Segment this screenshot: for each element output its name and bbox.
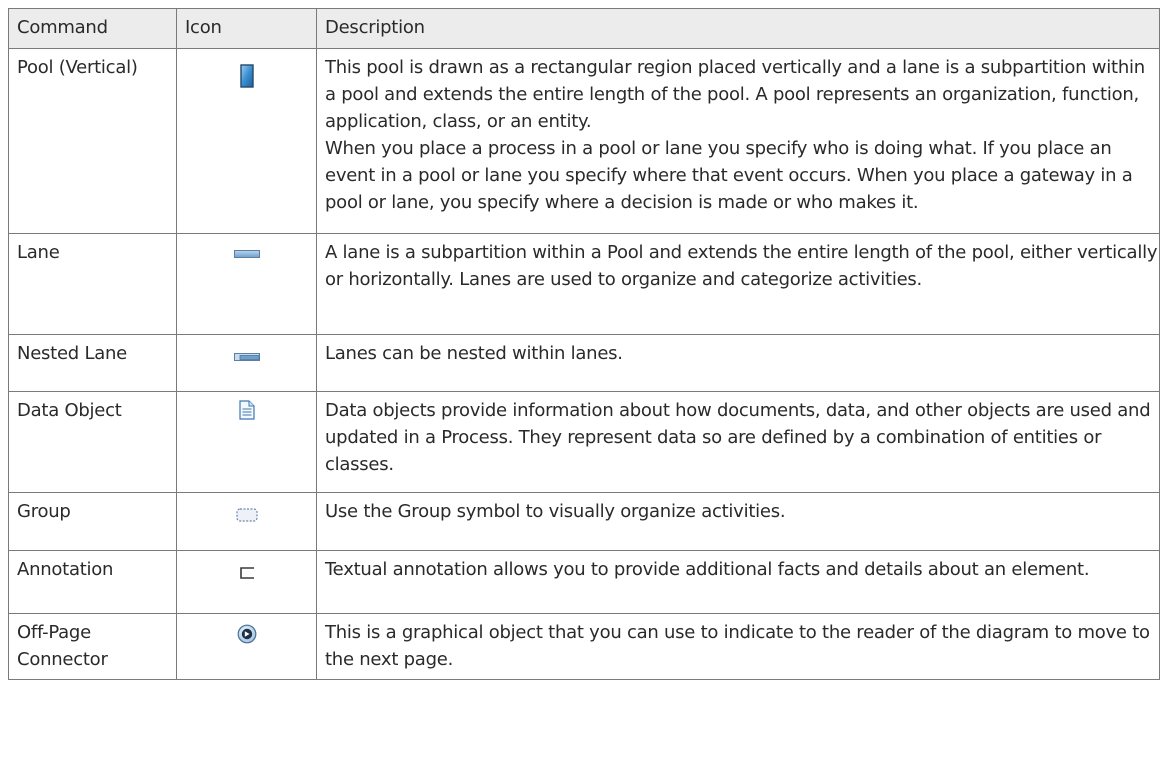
description-cell: Data objects provide information about h… (316, 391, 1160, 493)
command-cell: Pool (Vertical) (8, 48, 177, 234)
data-object-icon (238, 400, 255, 420)
table-row: Lane A lane is a subpartition within a P… (8, 233, 1160, 335)
description-cell: Lanes can be nested within lanes. (316, 334, 1160, 392)
column-header-description: Description (316, 8, 1160, 49)
description-cell: Use the Group symbol to visually organiz… (316, 492, 1160, 551)
description-cell: This pool is drawn as a rectangular regi… (325, 57, 1145, 132)
command-table: Command Icon Description Pool (Vertical) (8, 8, 1160, 680)
annotation-icon (239, 567, 254, 579)
group-icon (235, 508, 258, 522)
command-cell: Lane (8, 233, 177, 335)
vertical-pool-icon (239, 64, 254, 88)
table-row: Nested Lane Lanes can be nested within l… (8, 334, 1160, 392)
table-row: Off-Page Connector This is a graphical o… (8, 613, 1160, 680)
lane-icon (233, 250, 260, 258)
column-header-icon: Icon (176, 8, 317, 49)
description-cell: A lane is a subpartition within a Pool a… (316, 233, 1160, 335)
command-cell: Group (8, 492, 177, 551)
off-page-connector-icon (237, 624, 256, 644)
nested-lane-icon (233, 353, 260, 361)
description-cell: This is a graphical object that you can … (316, 613, 1160, 680)
table-row: Pool (Vertical) This pool is drawn as a … (8, 48, 1160, 234)
command-cell: Annotation (8, 550, 177, 614)
table-row: Group Use the Group symbol to visually o… (8, 492, 1160, 551)
command-cell: Data Object (8, 391, 177, 493)
command-cell: Nested Lane (8, 334, 177, 392)
column-header-command: Command (8, 8, 177, 49)
table-header-row: Command Icon Description (8, 8, 1160, 49)
description-cell: Textual annotation allows you to provide… (316, 550, 1160, 614)
table-row: Annotation Textual annotation allows you… (8, 550, 1160, 614)
description-cell-continued: When you place a process in a pool or la… (325, 138, 1133, 213)
command-cell: Off-Page Connector (8, 613, 177, 680)
table-row: Data Object Data objects provide informa… (8, 391, 1160, 493)
